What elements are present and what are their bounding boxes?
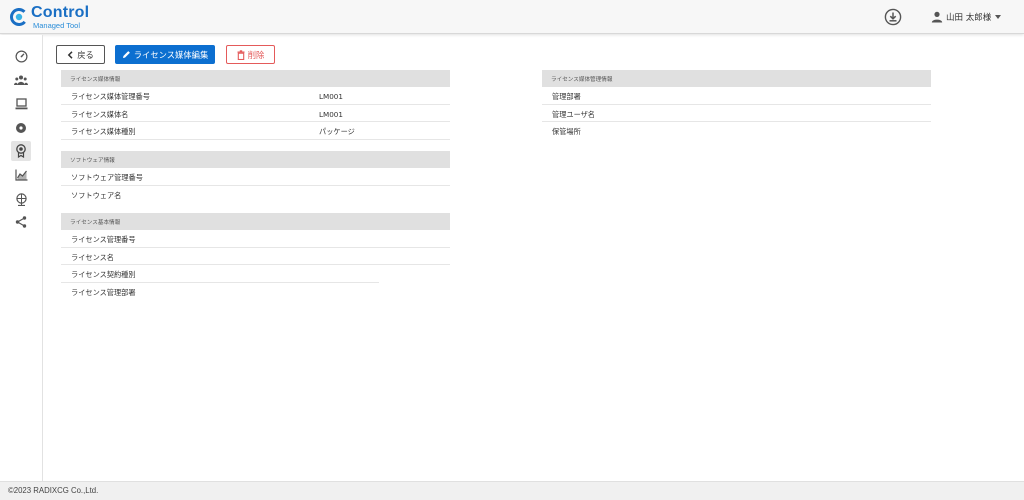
- table-row: ライセンス管理部署: [61, 283, 450, 301]
- logo-title: Control: [31, 3, 90, 21]
- back-button[interactable]: 戻る: [56, 45, 105, 64]
- license-badge-icon: [16, 144, 26, 158]
- user-menu[interactable]: 山田 太郎様: [931, 9, 1002, 25]
- copyright-text: ©2023 RADIXCG Co.,Ltd.: [8, 486, 99, 495]
- network-globe-icon: [15, 192, 27, 206]
- sidebar-item-users[interactable]: [11, 70, 31, 90]
- chart-icon: [14, 169, 27, 181]
- sidebar: [0, 35, 43, 481]
- field-label: ライセンス名: [71, 252, 114, 262]
- field-label: ソフトウェア管理番号: [71, 173, 143, 182]
- field-label: ライセンス管理部署: [71, 287, 136, 297]
- field-label: 管理部署: [552, 92, 581, 101]
- edit-media-button[interactable]: ライセンス媒体編集: [115, 45, 215, 64]
- sidebar-item-reports[interactable]: [11, 165, 31, 185]
- table-row: ライセンス管理番号: [61, 230, 450, 248]
- table-row: ソフトウェア名: [61, 186, 450, 204]
- field-label: 管理ユーザ名: [552, 109, 595, 119]
- field-value: LM001: [319, 109, 343, 119]
- software-info-panel: ソフトウェア情報 ソフトウェア管理番号 ソフトウェア名: [61, 151, 450, 203]
- download-icon: [884, 8, 902, 26]
- app-logo[interactable]: Control Managed Tool: [9, 3, 90, 30]
- table-row: ライセンス媒体種別 パッケージ: [61, 122, 450, 140]
- user-name: 山田 太郎様: [946, 13, 992, 23]
- table-row: ライセンス媒体名 LM001: [61, 105, 450, 122]
- field-label: ライセンス媒体管理番号: [71, 92, 150, 101]
- table-row: ソフトウェア管理番号: [61, 168, 450, 186]
- section-title: ライセンス基本情報: [61, 213, 450, 230]
- license-media-info-panel: ライセンス媒体情報 ライセンス媒体管理番号 LM001 ライセンス媒体名 LM0…: [61, 70, 450, 140]
- field-label: ソフトウェア名: [71, 190, 122, 200]
- edit-media-button-label: ライセンス媒体編集: [133, 49, 209, 60]
- section-title: ライセンス媒体管理情報: [542, 70, 931, 87]
- license-media-management-panel: ライセンス媒体管理情報 管理部署 管理ユーザ名 保管場所: [542, 70, 931, 140]
- field-value: LM001: [319, 92, 343, 101]
- pencil-icon: [122, 51, 130, 58]
- user-icon: [931, 11, 943, 23]
- field-label: 保管場所: [552, 127, 581, 136]
- section-title: ライセンス媒体情報: [61, 70, 450, 87]
- field-label: ライセンス媒体種別: [71, 127, 136, 136]
- footer: ©2023 RADIXCG Co.,Ltd.: [0, 481, 1024, 500]
- field-label: ライセンス契約種別: [71, 270, 136, 279]
- table-row: 管理ユーザ名: [542, 105, 931, 122]
- sidebar-item-dashboard[interactable]: [11, 46, 31, 66]
- table-row: ライセンス契約種別: [61, 265, 379, 283]
- delete-button-label: 削除: [247, 49, 265, 60]
- chevron-down-icon: [995, 15, 1002, 19]
- sidebar-item-media[interactable]: [11, 118, 31, 138]
- section-title: ソフトウェア情報: [61, 151, 450, 168]
- table-row: ライセンス名: [61, 248, 450, 265]
- field-label: ライセンス媒体名: [71, 109, 129, 119]
- speedometer-icon: [14, 49, 28, 63]
- trash-icon: [237, 49, 245, 60]
- disc-icon: [16, 123, 26, 133]
- field-value: パッケージ: [319, 127, 355, 136]
- logo-mark-icon: [9, 7, 29, 27]
- logo-subtitle: Managed Tool: [33, 20, 80, 30]
- back-button-label: 戻る: [77, 49, 94, 60]
- table-row: ライセンス媒体管理番号 LM001: [61, 87, 450, 105]
- sidebar-item-devices[interactable]: [11, 94, 31, 114]
- computer-icon: [15, 98, 27, 110]
- delete-button[interactable]: 削除: [226, 45, 275, 64]
- field-label: ライセンス管理番号: [71, 235, 136, 244]
- sidebar-item-network[interactable]: [11, 189, 31, 209]
- users-icon: [14, 75, 28, 85]
- sidebar-item-share[interactable]: [11, 212, 31, 232]
- table-row: 保管場所: [542, 122, 931, 140]
- license-basic-info-panel: ライセンス基本情報 ライセンス管理番号 ライセンス名 ライセンス契約種別 ライセ…: [61, 213, 450, 300]
- top-bar: Control Managed Tool 山田 太郎様: [0, 0, 1024, 34]
- download-button[interactable]: [884, 8, 902, 26]
- sidebar-item-license[interactable]: [11, 141, 31, 161]
- share-icon: [15, 216, 27, 228]
- chevron-left-icon: [67, 50, 73, 59]
- table-row: 管理部署: [542, 87, 931, 105]
